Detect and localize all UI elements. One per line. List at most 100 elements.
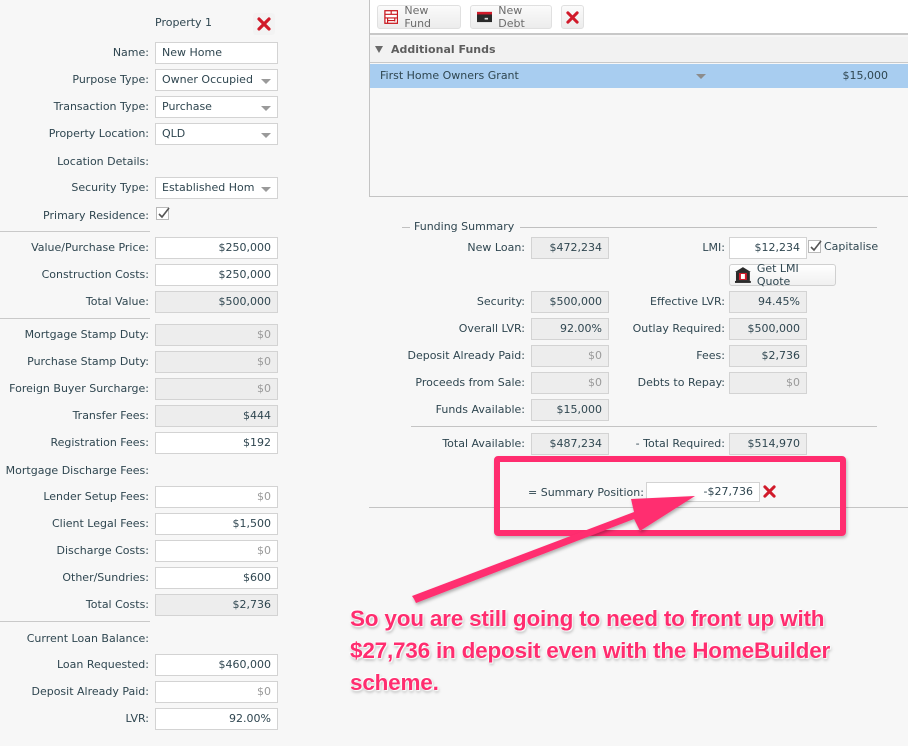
registration-fees-input[interactable]: $192 xyxy=(155,432,278,454)
funds-toolbar: New Fund New Debt xyxy=(370,0,908,35)
value-purchase-price-label: Value/Purchase Price: xyxy=(31,241,149,254)
deposit-paid-row: Deposit Already Paid: $0 xyxy=(330,345,609,367)
mortgage-stamp-duty-label: Mortgage Stamp Duty: xyxy=(24,328,149,341)
current-loan-balance-row: Current Loan Balance: xyxy=(0,628,290,650)
purpose-type-select[interactable]: Owner Occupied xyxy=(155,69,278,91)
purchase-stamp-duty-label: Purchase Stamp Duty: xyxy=(27,355,149,368)
get-lmi-quote-label: Get LMI Quote xyxy=(756,262,799,288)
capitalise-checkbox[interactable] xyxy=(808,240,822,253)
funds-available-row: Funds Available: $15,000 xyxy=(330,399,609,421)
effective-lvr-row: Effective LVR: 94.45% xyxy=(600,291,807,313)
outlay-required-label: Outlay Required: xyxy=(632,322,725,335)
foreign-buyer-surcharge-row: Foreign Buyer Surcharge: $0 xyxy=(0,378,290,400)
close-icon xyxy=(257,17,271,31)
lender-setup-fees-input[interactable]: $0 xyxy=(155,486,278,508)
client-legal-fees-input[interactable]: $1,500 xyxy=(155,513,278,535)
purpose-type-value: Owner Occupied xyxy=(162,73,253,86)
debts-to-repay-row: Debts to Repay: $0 xyxy=(600,372,807,394)
chevron-down-icon xyxy=(261,106,271,111)
client-legal-fees-label: Client Legal Fees: xyxy=(51,517,149,530)
capitalise-checkbox-group[interactable]: Capitalise xyxy=(808,240,878,253)
proceeds-from-sale-label: Proceeds from Sale: xyxy=(415,376,525,389)
purchase-stamp-duty-row: Purchase Stamp Duty: $0 xyxy=(0,351,290,373)
foreign-buyer-surcharge-field: $0 xyxy=(155,378,278,400)
new-debt-label: New Debt xyxy=(498,4,525,30)
outlay-required-row: Outlay Required: $500,000 xyxy=(600,318,807,340)
security-label: Security: xyxy=(476,295,525,308)
lvr-input[interactable]: 92.00% xyxy=(155,708,278,730)
lender-setup-fees-row: Lender Setup Fees: $0 xyxy=(0,486,290,508)
discharge-costs-input[interactable]: $0 xyxy=(155,540,278,562)
additional-funds-header[interactable]: Additional Funds xyxy=(370,37,908,63)
collapse-triangle-icon[interactable] xyxy=(375,46,383,53)
remove-property-button[interactable] xyxy=(253,13,275,35)
overall-lvr-row: Overall LVR: 92.00% xyxy=(330,318,609,340)
value-purchase-price-input[interactable]: $250,000 xyxy=(155,237,278,259)
deposit-paid-field: $0 xyxy=(531,345,609,367)
credit-card-icon xyxy=(477,11,493,23)
fund-icon xyxy=(384,10,399,24)
total-value-label: Total Value: xyxy=(85,295,149,308)
mortgage-stamp-duty-row: Mortgage Stamp Duty: $0 xyxy=(0,324,290,346)
overall-lvr-field: 92.00% xyxy=(531,318,609,340)
transaction-type-select[interactable]: Purchase xyxy=(155,96,278,118)
mortgage-stamp-duty-field: $0 xyxy=(155,324,278,346)
proceeds-from-sale-field: $0 xyxy=(531,372,609,394)
primary-residence-row: Primary Residence: xyxy=(0,205,290,227)
purchase-stamp-duty-field: $0 xyxy=(155,351,278,373)
effective-lvr-field: 94.45% xyxy=(729,291,807,313)
property-panel: Property 1 Name: New Home Purpose Type: … xyxy=(0,0,290,746)
other-sundries-input[interactable]: $600 xyxy=(155,567,278,589)
other-sundries-label: Other/Sundries: xyxy=(62,571,149,584)
new-debt-button[interactable]: New Debt xyxy=(470,4,552,30)
location-details-row: Location Details: xyxy=(0,151,290,173)
discharge-costs-label: Discharge Costs: xyxy=(56,544,150,557)
security-row: Security: $500,000 xyxy=(330,291,609,313)
total-costs-label: Total Costs: xyxy=(85,598,149,611)
lvr-label: LVR: xyxy=(125,712,149,725)
checkmark-icon xyxy=(158,207,170,219)
divider xyxy=(0,318,150,319)
mortgage-discharge-fees-label: Mortgage Discharge Fees: xyxy=(5,464,149,477)
location-details-label: Location Details: xyxy=(57,155,149,168)
client-legal-fees-row: Client Legal Fees: $1,500 xyxy=(0,513,290,535)
new-fund-button[interactable]: New Fund xyxy=(377,4,461,30)
primary-residence-checkbox[interactable] xyxy=(156,207,170,220)
get-lmi-quote-button[interactable]: Get LMI Quote xyxy=(729,262,836,288)
debts-to-repay-field: $0 xyxy=(729,372,807,394)
transaction-type-row: Transaction Type: Purchase xyxy=(0,96,290,118)
divider xyxy=(0,231,150,232)
new-loan-label: New Loan: xyxy=(467,241,525,254)
security-type-select[interactable]: Established Hom xyxy=(155,177,278,199)
delete-button[interactable] xyxy=(561,5,584,29)
annotation-text: So you are still going to need to front … xyxy=(350,606,831,695)
total-value-row: Total Value: $500,000 xyxy=(0,291,290,313)
deposit-already-paid-row: Deposit Already Paid: $0 xyxy=(0,681,290,703)
registration-fees-label: Registration Fees: xyxy=(50,436,149,449)
property-location-select[interactable]: QLD xyxy=(155,123,278,145)
lmi-input[interactable]: $12,234 xyxy=(729,237,807,259)
chevron-down-icon[interactable] xyxy=(696,74,706,79)
property-title: Property 1 xyxy=(155,16,213,29)
name-input[interactable]: New Home xyxy=(155,42,278,64)
proceeds-from-sale-row: Proceeds from Sale: $0 xyxy=(330,372,609,394)
construction-costs-input[interactable]: $250,000 xyxy=(155,264,278,286)
fund-row[interactable]: First Home Owners Grant $15,000 xyxy=(370,64,908,88)
name-row: Name: New Home xyxy=(0,42,290,64)
checkmark-icon xyxy=(810,240,822,252)
other-sundries-row: Other/Sundries: $600 xyxy=(0,567,290,589)
total-value-field: $500,000 xyxy=(155,291,278,313)
additional-funds-title: Additional Funds xyxy=(391,43,496,56)
construction-costs-row: Construction Costs: $250,000 xyxy=(0,264,290,286)
new-fund-label: New Fund xyxy=(404,4,432,30)
lmi-label: LMI: xyxy=(702,241,725,254)
additional-funds-list: Additional Funds First Home Owners Grant… xyxy=(370,37,908,197)
property-location-label: Property Location: xyxy=(48,127,149,140)
total-available-row: Total Available: $487,234 xyxy=(330,433,609,455)
deposit-paid-label: Deposit Already Paid: xyxy=(407,349,525,362)
total-costs-field: $2,736 xyxy=(155,594,278,616)
deposit-already-paid-input[interactable]: $0 xyxy=(155,681,278,703)
loan-requested-input[interactable]: $460,000 xyxy=(155,654,278,676)
transaction-type-label: Transaction Type: xyxy=(53,100,149,113)
fees-label: Fees: xyxy=(696,349,725,362)
